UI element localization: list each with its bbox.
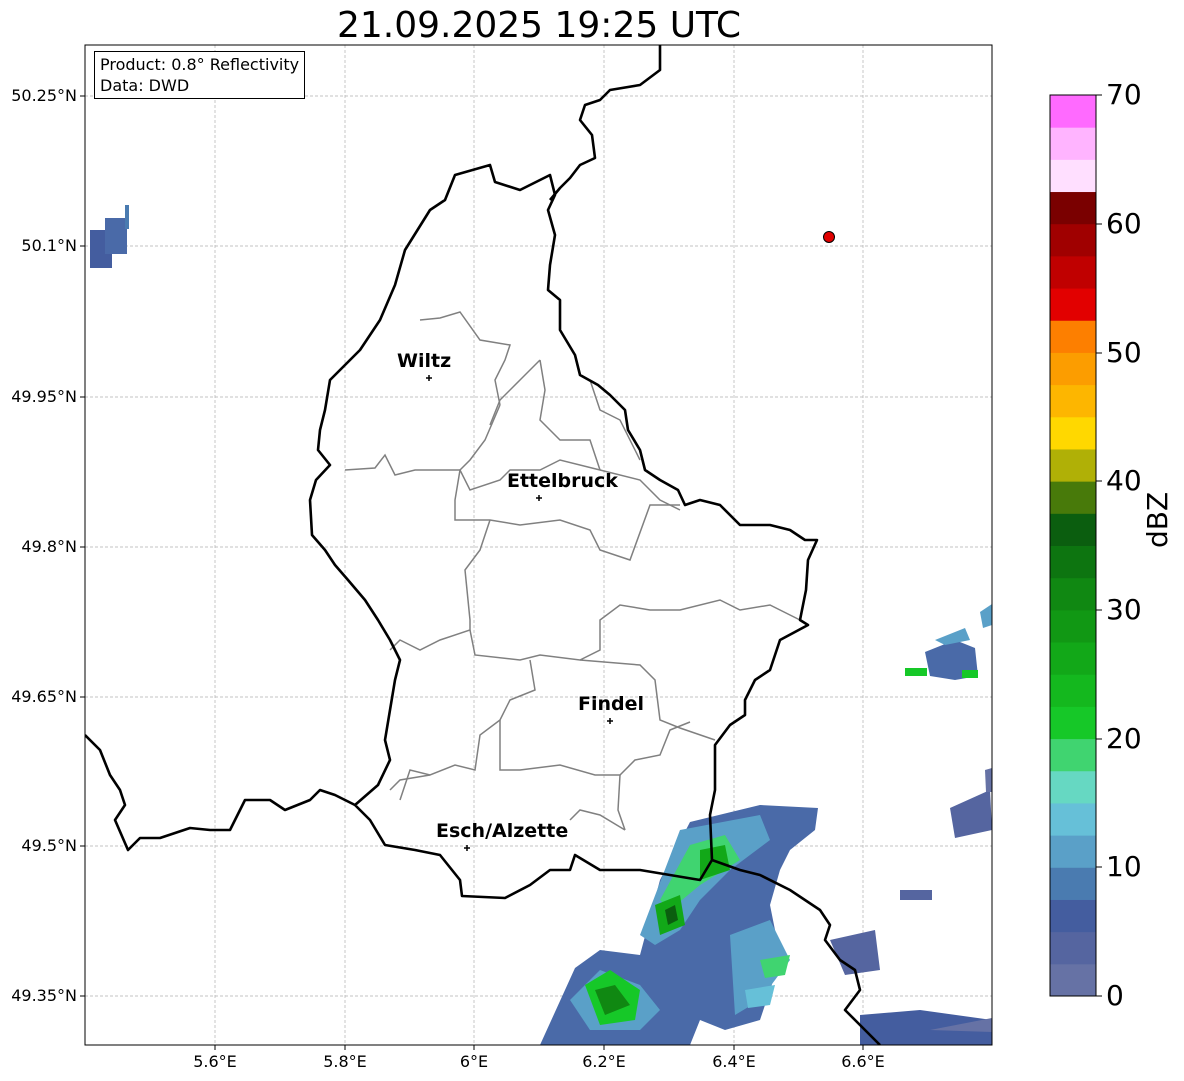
colorbar-segment — [1050, 706, 1096, 740]
colorbar-segment — [1050, 416, 1096, 450]
lat-label: 49.5°N — [21, 836, 77, 855]
lon-label: 6.2°E — [582, 1052, 626, 1071]
gridlines — [85, 45, 992, 1045]
colorbar-tick-label: 20 — [1106, 722, 1142, 755]
colorbar-segment — [1050, 545, 1096, 579]
lon-label: 6.6°E — [841, 1052, 885, 1071]
colorbar-segment — [1050, 674, 1096, 707]
colorbar-segment — [1050, 95, 1096, 128]
colorbar-tick-label: 30 — [1106, 593, 1142, 626]
colorbar-segment — [1050, 609, 1096, 643]
city-label-ettelbruck: Ettelbruck — [507, 470, 618, 492]
product-info-box: Product: 0.8° Reflectivity Data: DWD — [94, 51, 306, 99]
colorbar-segment — [1050, 513, 1096, 546]
lat-label: 49.8°N — [21, 537, 77, 556]
lon-label: 6°E — [459, 1052, 489, 1071]
colorbar-segment — [1050, 223, 1096, 257]
radar-map — [80, 44, 1102, 1050]
city-label-wiltz: Wiltz — [397, 350, 452, 372]
lat-label: 49.65°N — [11, 687, 77, 706]
colorbar-segment — [1050, 352, 1096, 386]
colorbar — [1050, 95, 1096, 997]
colorbar-ticks — [1096, 94, 1102, 997]
colorbar-segment — [1050, 255, 1096, 289]
colorbar-tick-label: 70 — [1106, 78, 1142, 111]
colorbar-tick-label: 0 — [1106, 979, 1124, 1012]
colorbar-segment — [1050, 899, 1096, 933]
colorbar-segment — [1050, 738, 1096, 772]
product-text: Product: 0.8° Reflectivity — [100, 55, 300, 74]
colorbar-segment — [1050, 384, 1096, 418]
lon-label: 5.6°E — [193, 1052, 237, 1071]
lat-label: 49.95°N — [11, 387, 77, 406]
colorbar-label: dBZ — [1141, 491, 1174, 548]
colorbar-segment — [1050, 835, 1096, 868]
city-label-esch-alzette: Esch/Alzette — [436, 820, 569, 842]
colorbar-tick-label: 50 — [1106, 336, 1142, 369]
colorbar-segment — [1050, 802, 1096, 836]
colorbar-segment — [1050, 127, 1096, 160]
lat-label: 50.25°N — [11, 86, 77, 105]
colorbar-segment — [1050, 577, 1096, 611]
colorbar-segment — [1050, 159, 1096, 193]
colorbar-segment — [1050, 963, 1096, 997]
city-markers — [426, 375, 613, 851]
lon-label: 6.4°E — [712, 1052, 756, 1071]
colorbar-segment — [1050, 770, 1096, 804]
colorbar-segment — [1050, 448, 1096, 482]
colorbar-tick-label: 60 — [1106, 207, 1142, 240]
colorbar-segment — [1050, 191, 1096, 225]
radar-site-marker — [823, 231, 835, 243]
lat-label: 50.1°N — [21, 236, 77, 255]
canton-boundaries — [344, 311, 801, 831]
colorbar-segment — [1050, 931, 1096, 965]
lat-label: 49.35°N — [11, 986, 77, 1005]
radar-echoes — [90, 205, 992, 1045]
colorbar-segment — [1050, 867, 1096, 900]
colorbar-segment — [1050, 481, 1096, 514]
data-source-text: Data: DWD — [100, 76, 190, 95]
colorbar-segment — [1050, 320, 1096, 353]
city-label-findel: Findel — [578, 693, 645, 715]
lon-label: 5.8°E — [323, 1052, 367, 1071]
colorbar-tick-label: 10 — [1106, 850, 1142, 883]
colorbar-segment — [1050, 288, 1096, 321]
colorbar-segment — [1050, 642, 1096, 675]
colorbar-tick-label: 40 — [1106, 464, 1142, 497]
map-frame — [84, 44, 993, 1046]
